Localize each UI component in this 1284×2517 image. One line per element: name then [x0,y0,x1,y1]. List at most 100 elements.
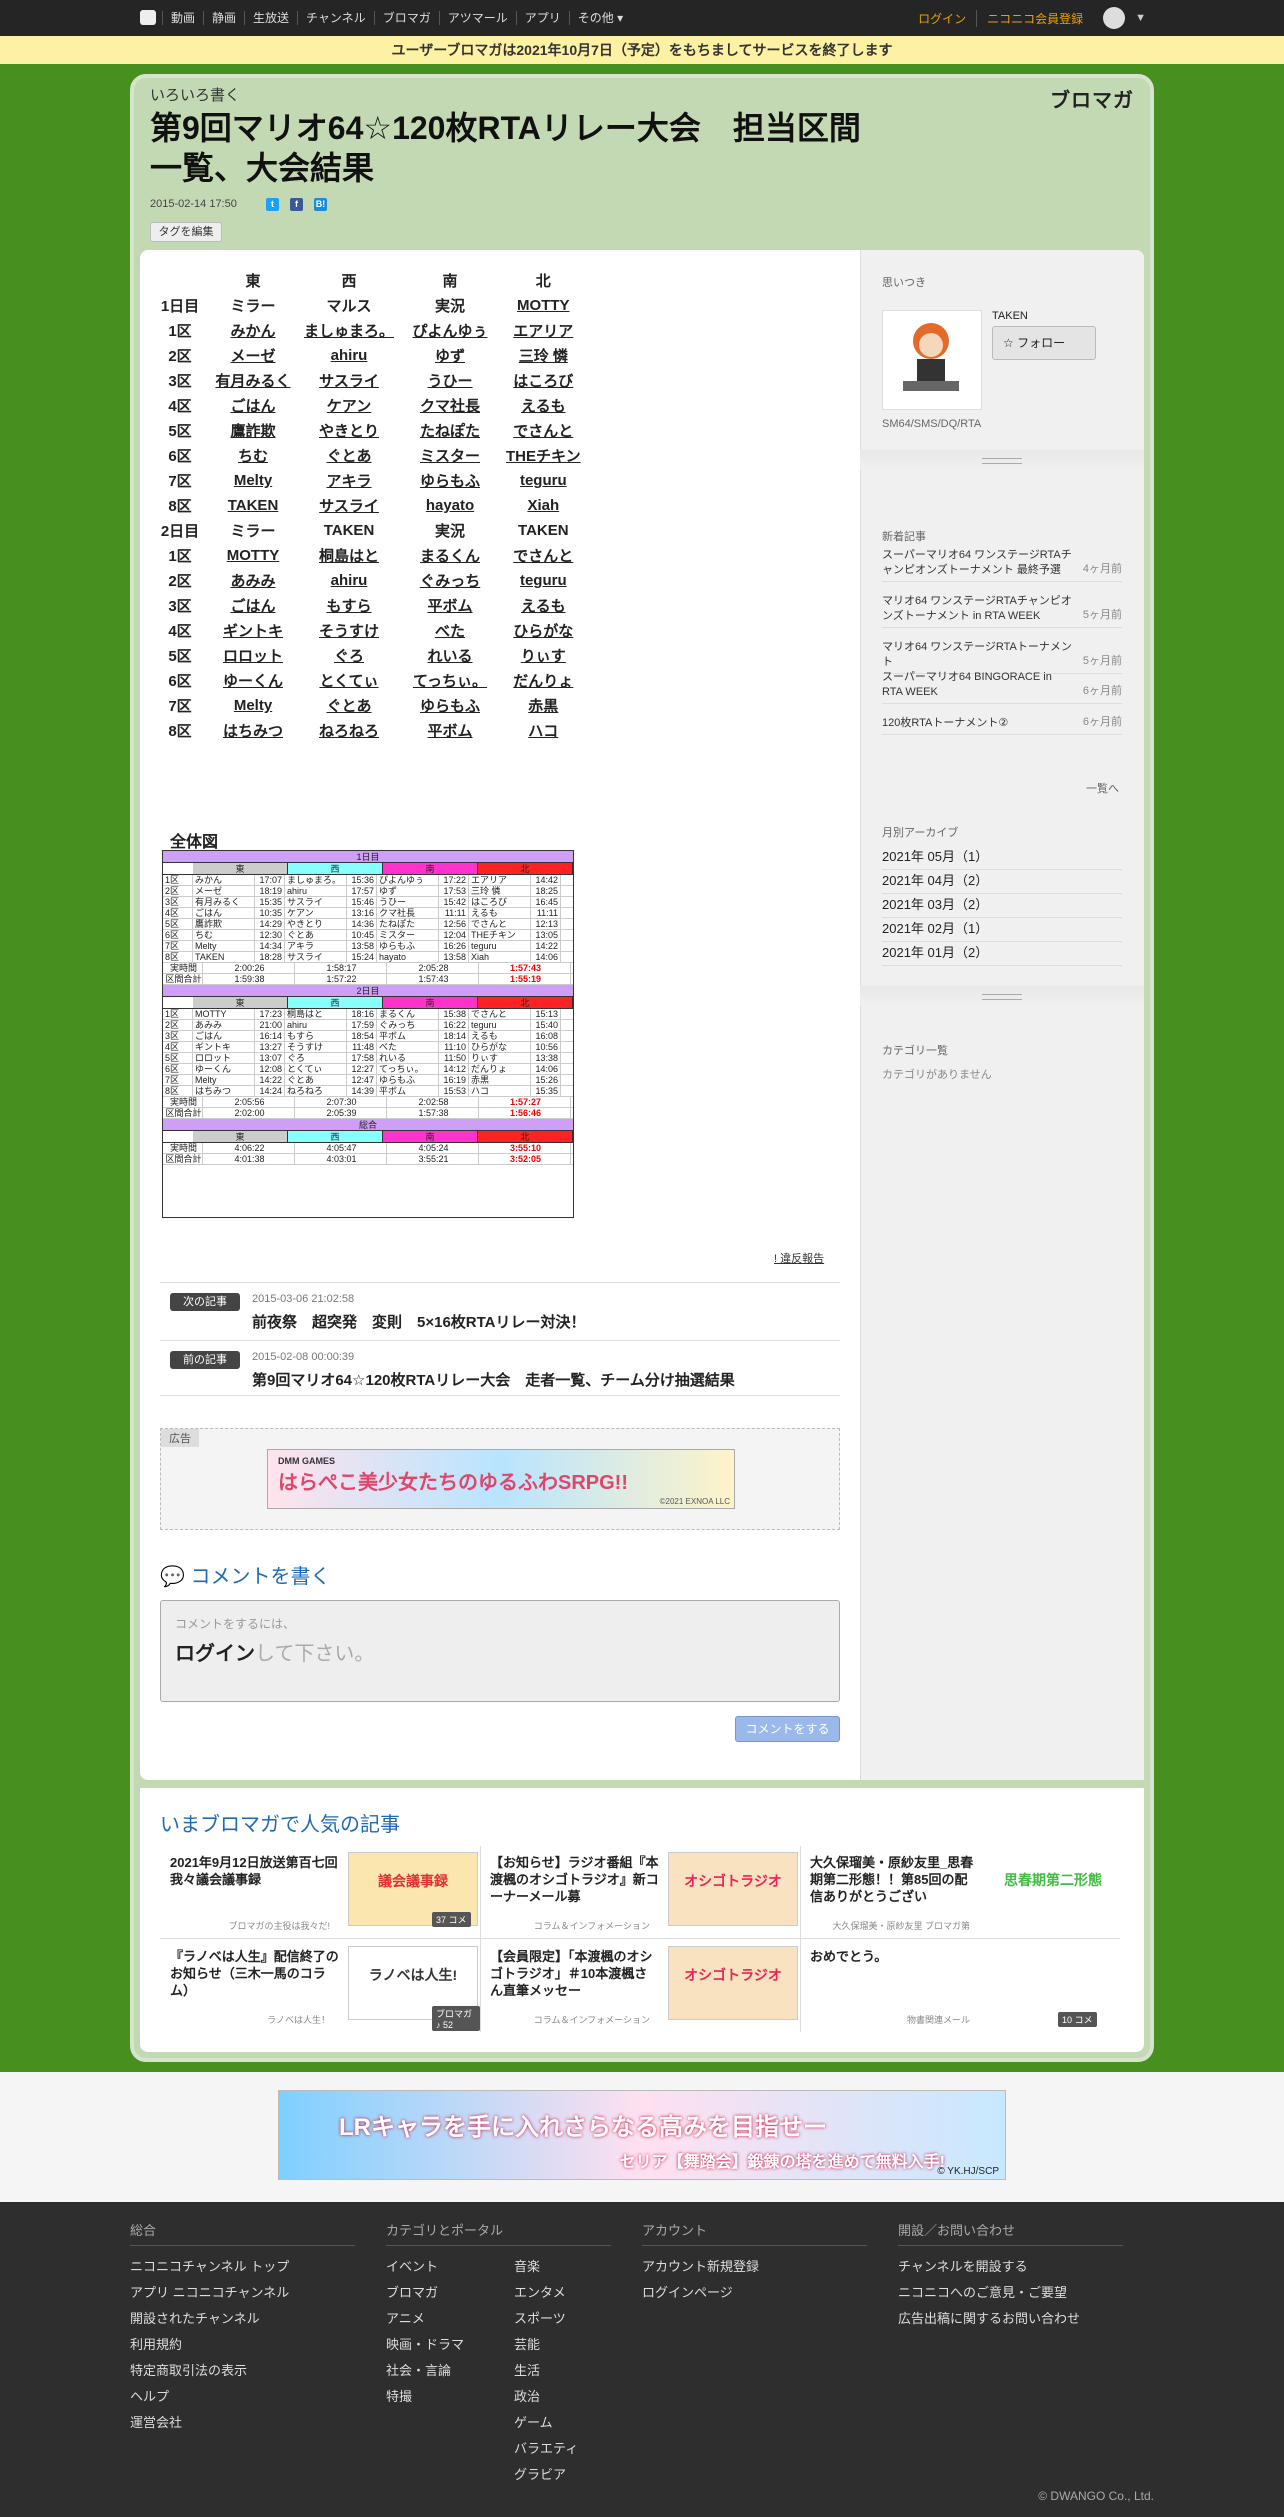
new-article-title[interactable]: 120枚RTAトーナメント② [882,716,1072,731]
new-article-title[interactable]: マリオ64 ワンステージRTAトーナメント [882,640,1072,670]
footer-link[interactable]: 利用規約 [130,2332,289,2358]
footer-link[interactable]: ゲーム [514,2410,578,2436]
next-article[interactable]: 次の記事 2015-03-06 21:02:58 前夜祭 超突発 変則 5×16… [160,1282,840,1338]
nav-item[interactable]: ブロマガ [373,11,439,25]
popular-item-title[interactable]: 【お知らせ】ラジオ番組『本渡楓のオシゴトラジオ』新コーナーメール募 [490,1854,660,1905]
relay-runner[interactable]: アキラ [300,468,398,493]
relay-runner[interactable]: ましゅまろ。 [300,318,398,343]
user-avatar-icon[interactable] [1103,7,1126,29]
relay-runner[interactable]: ゆず [398,343,502,368]
popular-item-thumb[interactable]: 思春期第二形態 [988,1852,1118,1926]
edit-tags-button[interactable]: タグを編集 [150,222,222,242]
hatena-share-icon[interactable]: B! [314,198,327,211]
footer-link[interactable]: ログインページ [642,2280,759,2306]
relay-runner[interactable]: やきとり [300,418,398,443]
relay-runner[interactable]: ぐとあ [300,443,398,468]
relay-runner[interactable]: ぐみっち [398,568,502,593]
nav-item[interactable]: 静画 [203,11,244,25]
relay-runner[interactable]: たねぽた [398,418,502,443]
new-article-item[interactable]: 120枚RTAトーナメント② 6ヶ月前 [882,716,1122,735]
nav-item[interactable]: その他 ▾ [568,11,631,25]
next-article-title[interactable]: 前夜祭 超突発 変則 5×16枚RTAリレー対決！ [252,1311,586,1332]
relay-runner[interactable]: でさんと [502,543,585,568]
popular-item[interactable]: 【お知らせ】ラジオ番組『本渡楓のオシゴトラジオ』新コーナーメール募 コラム＆インフ… [480,1848,800,1938]
relay-runner[interactable]: THEチキン [502,443,585,468]
footer-link[interactable]: イベント [386,2254,464,2280]
relay-runner[interactable]: はころび [502,368,585,393]
prev-article-title[interactable]: 第9回マリオ64☆120枚RTAリレー大会 走者一覧、チーム分け抽選結果 [252,1369,735,1390]
footer-link[interactable]: 特撮 [386,2384,464,2410]
archive-item[interactable]: 2021年 02月（1） [882,918,1122,942]
relay-runner[interactable]: ぐとあ [300,693,398,718]
relay-runner[interactable]: えるも [502,593,585,618]
nav-item[interactable]: アプリ [515,11,569,25]
footer-link[interactable]: ヘルプ [130,2384,289,2410]
footer-link[interactable]: アニメ [386,2306,464,2332]
footer-link[interactable]: 広告出稿に関するお問い合わせ [898,2306,1080,2332]
new-article-item[interactable]: スーパーマリオ64 BINGORACE in RTA WEEK 6ヶ月前 [882,670,1122,704]
relay-runner[interactable]: うひー [398,368,502,393]
login-link[interactable]: ログイン [918,10,966,27]
footer-link[interactable]: ニコニコチャンネル トップ [130,2254,289,2280]
relay-runner[interactable]: りぃす [502,643,585,668]
relay-runner[interactable]: ロロット [206,643,300,668]
relay-runner[interactable]: でさんと [502,418,585,443]
facebook-share-icon[interactable]: f [290,198,303,211]
archive-item[interactable]: 2021年 04月（2） [882,870,1122,894]
twitter-share-icon[interactable]: t [266,198,279,211]
popular-item[interactable]: 大久保瑠美・原紗友里_思春期第二形態！！第85回の配信ありがとうござい 大久保瑠美… [800,1848,1120,1938]
footer-link[interactable]: 生活 [514,2358,578,2384]
relay-runner[interactable]: ahiru [300,343,398,368]
register-link[interactable]: ニコニコ会員登録 [976,9,1083,27]
footer-link[interactable]: 社会・言論 [386,2358,464,2384]
relay-runner[interactable]: れいる [398,643,502,668]
relay-runner[interactable]: ケアン [300,393,398,418]
relay-runner[interactable]: 平ボム [398,718,502,743]
popular-item-title[interactable]: 2021年9月12日放送第百七回我々議会議事録 [170,1854,340,1888]
relay-runner[interactable]: ぴよんゆぅ [398,318,502,343]
relay-runner[interactable]: Melty [206,468,300,493]
relay-runner[interactable]: 平ボム [398,593,502,618]
relay-runner[interactable]: 鷹詐欺 [206,418,300,443]
relay-runner[interactable]: ごはん [206,593,300,618]
report-link[interactable]: ! 違反報告 [774,1250,824,1266]
relay-runner[interactable]: てっちぃ。 [398,668,502,693]
new-article-title[interactable]: マリオ64 ワンステージRTAチャンピオンズトーナメント in RTA WEEK [882,594,1072,624]
niconico-logo-icon[interactable] [140,10,156,25]
popular-item-thumb[interactable]: オシゴトラジオ [668,1852,798,1926]
relay-runner[interactable]: Melty [206,693,300,718]
comment-login-link[interactable]: ログイン [175,1643,255,1665]
new-article-title[interactable]: スーパーマリオ64 ワンステージRTAチャンピオンズトーナメント 最終予選 [882,548,1072,578]
relay-runner[interactable]: エアリア [502,318,585,343]
relay-runner[interactable]: ギントキ [206,618,300,643]
new-article-item[interactable]: マリオ64 ワンステージRTAチャンピオンズトーナメント in RTA WEEK… [882,594,1122,628]
popular-item-title[interactable]: 『ラノベは人生』配信終了のお知らせ（三木一馬のコラム） [170,1948,340,1999]
relay-runner[interactable]: TAKEN [206,493,300,518]
relay-runner[interactable]: メーゼ [206,343,300,368]
chevron-down-icon[interactable]: ▼ [1135,12,1146,24]
relay-runner[interactable]: べた [398,618,502,643]
relay-runner[interactable]: サスライ [300,368,398,393]
relay-runner[interactable]: ahiru [300,568,398,593]
follow-button[interactable]: ☆ フォロー [992,326,1096,360]
new-article-title[interactable]: スーパーマリオ64 BINGORACE in RTA WEEK [882,670,1072,700]
footer-link[interactable]: 映画・ドラマ [386,2332,464,2358]
relay-runner[interactable]: はちみつ [206,718,300,743]
footer-link[interactable]: アカウント新規登録 [642,2254,759,2280]
ad-banner[interactable]: DMM GAMES はらぺこ美少女たちのゆるふわSRPG!! ©2021 EXN… [267,1449,735,1509]
footer-link[interactable]: スポーツ [514,2306,578,2332]
footer-link[interactable]: チャンネルを開設する [898,2254,1080,2280]
comment-input-box[interactable]: コメントをするには、 ログインして下さい。 [160,1600,840,1702]
footer-link[interactable]: 特定商取引法の表示 [130,2358,289,2384]
footer-link[interactable]: アプリ ニコニコチャンネル [130,2280,289,2306]
relay-runner[interactable]: ちむ [206,443,300,468]
relay-runner[interactable]: ぐろ [300,643,398,668]
relay-runner[interactable]: Xiah [502,493,585,518]
author-avatar[interactable] [882,310,982,410]
new-article-item[interactable]: スーパーマリオ64 ワンステージRTAチャンピオンズトーナメント 最終予選 4ヶ月… [882,548,1122,582]
archive-item[interactable]: 2021年 01月（2） [882,942,1122,966]
footer-link[interactable]: ブロマガ [386,2280,464,2306]
list-link[interactable]: 一覧へ [1086,780,1119,796]
relay-runner[interactable]: えるも [502,393,585,418]
footer-link[interactable]: エンタメ [514,2280,578,2306]
